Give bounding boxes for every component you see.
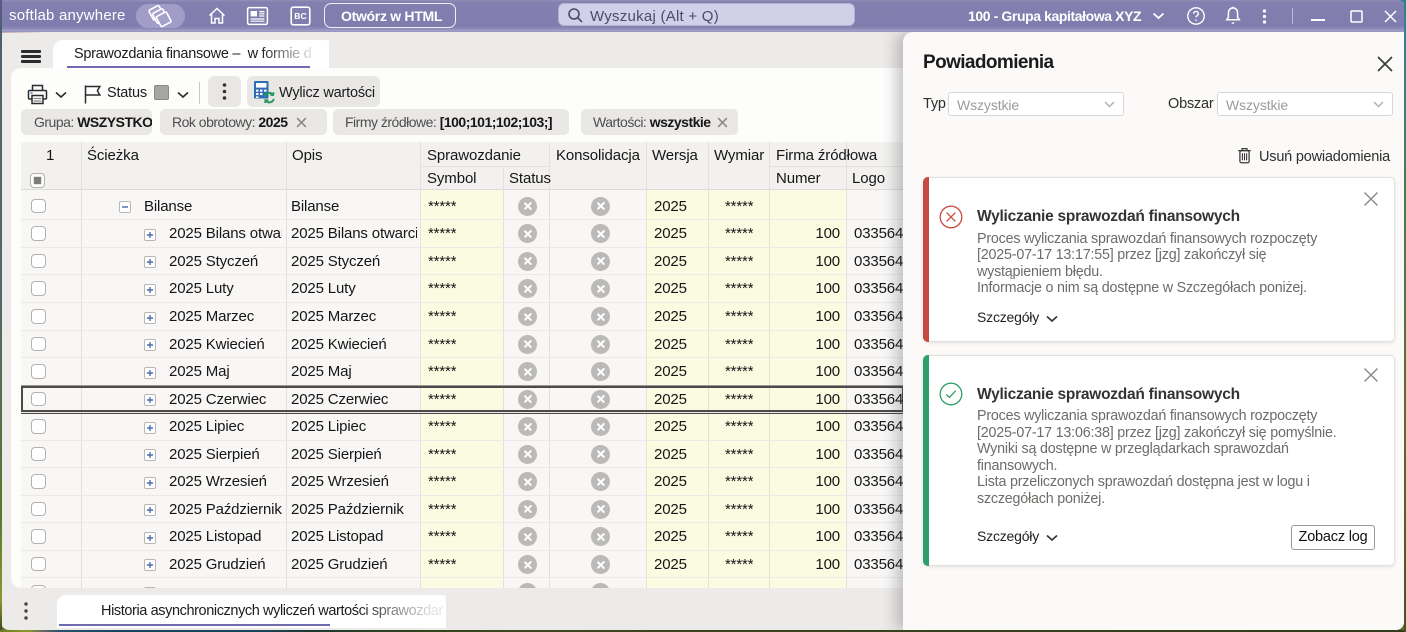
svg-text:BC: BC — [294, 11, 306, 21]
